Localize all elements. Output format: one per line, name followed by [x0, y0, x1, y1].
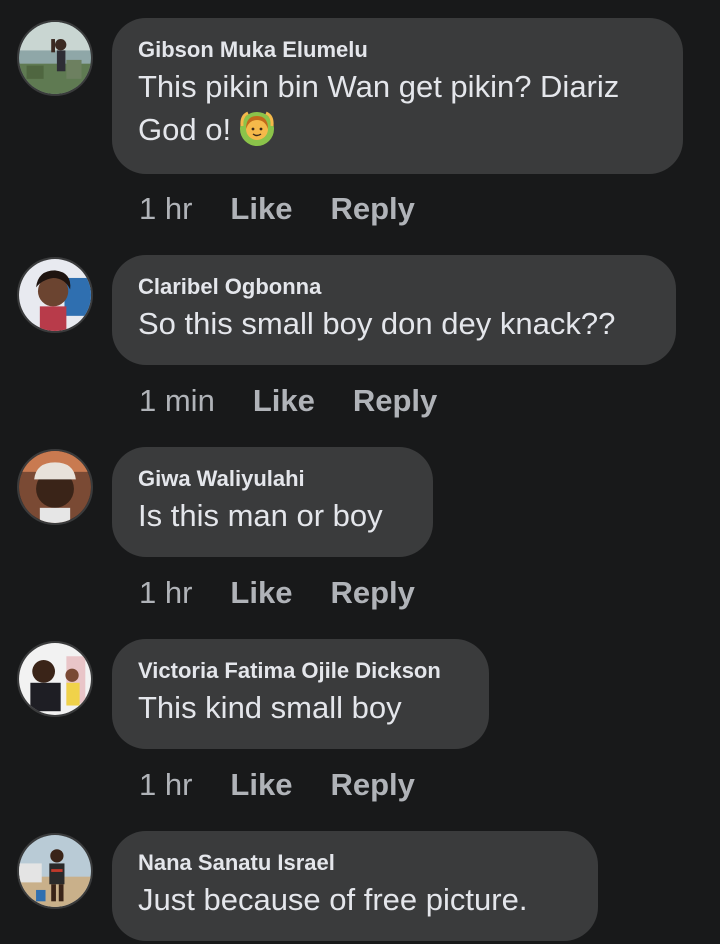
comment-actions: 1 min Like Reply — [139, 383, 437, 419]
comment-author[interactable]: Gibson Muka Elumelu — [138, 36, 657, 64]
comment-author[interactable]: Victoria Fatima Ojile Dickson — [138, 657, 463, 685]
reply-button[interactable]: Reply — [353, 383, 437, 419]
comments-feed: Gibson Muka Elumelu This pikin bin Wan g… — [0, 0, 720, 944]
comment-author[interactable]: Nana Sanatu Israel — [138, 849, 572, 877]
comment-bubble: Nana Sanatu Israel Just because of free … — [112, 831, 598, 941]
comment-actions: 1 hr Like Reply — [139, 575, 415, 611]
comment-timestamp[interactable]: 1 hr — [139, 575, 192, 611]
comment-author[interactable]: Claribel Ogbonna — [138, 273, 650, 301]
comment-actions: 1 hr Like Reply — [139, 767, 415, 803]
avatar-image — [19, 451, 91, 523]
reply-button[interactable]: Reply — [330, 191, 414, 227]
avatar[interactable] — [17, 833, 93, 909]
comment-timestamp[interactable]: 1 hr — [139, 767, 192, 803]
person-gesturing-ok-emoji-icon — [237, 108, 277, 148]
comment-text: This kind small boy — [138, 690, 402, 725]
comment-bubble: Giwa Waliyulahi Is this man or boy — [112, 447, 433, 557]
avatar-image — [19, 643, 91, 715]
comment-bubble: Claribel Ogbonna So this small boy don d… — [112, 255, 676, 365]
like-button[interactable]: Like — [230, 191, 292, 227]
comment-bubble: Victoria Fatima Ojile Dickson This kind … — [112, 639, 489, 749]
comment-bubble: Gibson Muka Elumelu This pikin bin Wan g… — [112, 18, 683, 174]
reply-button[interactable]: Reply — [330, 767, 414, 803]
avatar[interactable] — [17, 20, 93, 96]
avatar[interactable] — [17, 449, 93, 525]
avatar-image — [19, 22, 91, 94]
like-button[interactable]: Like — [253, 383, 315, 419]
comment-text: Just because of free picture. — [138, 882, 528, 917]
comment-timestamp[interactable]: 1 min — [139, 383, 215, 419]
like-button[interactable]: Like — [230, 575, 292, 611]
comment-text: Is this man or boy — [138, 498, 383, 533]
comment-timestamp[interactable]: 1 hr — [139, 191, 192, 227]
avatar[interactable] — [17, 257, 93, 333]
avatar-image — [19, 259, 91, 331]
reply-button[interactable]: Reply — [330, 575, 414, 611]
like-button[interactable]: Like — [230, 767, 292, 803]
avatar[interactable] — [17, 641, 93, 717]
comment-actions: 1 hr Like Reply — [139, 191, 415, 227]
comment-text: So this small boy don dey knack?? — [138, 306, 616, 341]
comment-text-line-1: This pikin bin Wan get pikin? Diariz — [138, 69, 620, 104]
comment-text: This pikin bin Wan get pikin? Diariz God… — [138, 66, 657, 151]
comment-text-line-2: God o! — [138, 112, 232, 147]
avatar-image — [19, 835, 91, 907]
comment-author[interactable]: Giwa Waliyulahi — [138, 465, 407, 493]
